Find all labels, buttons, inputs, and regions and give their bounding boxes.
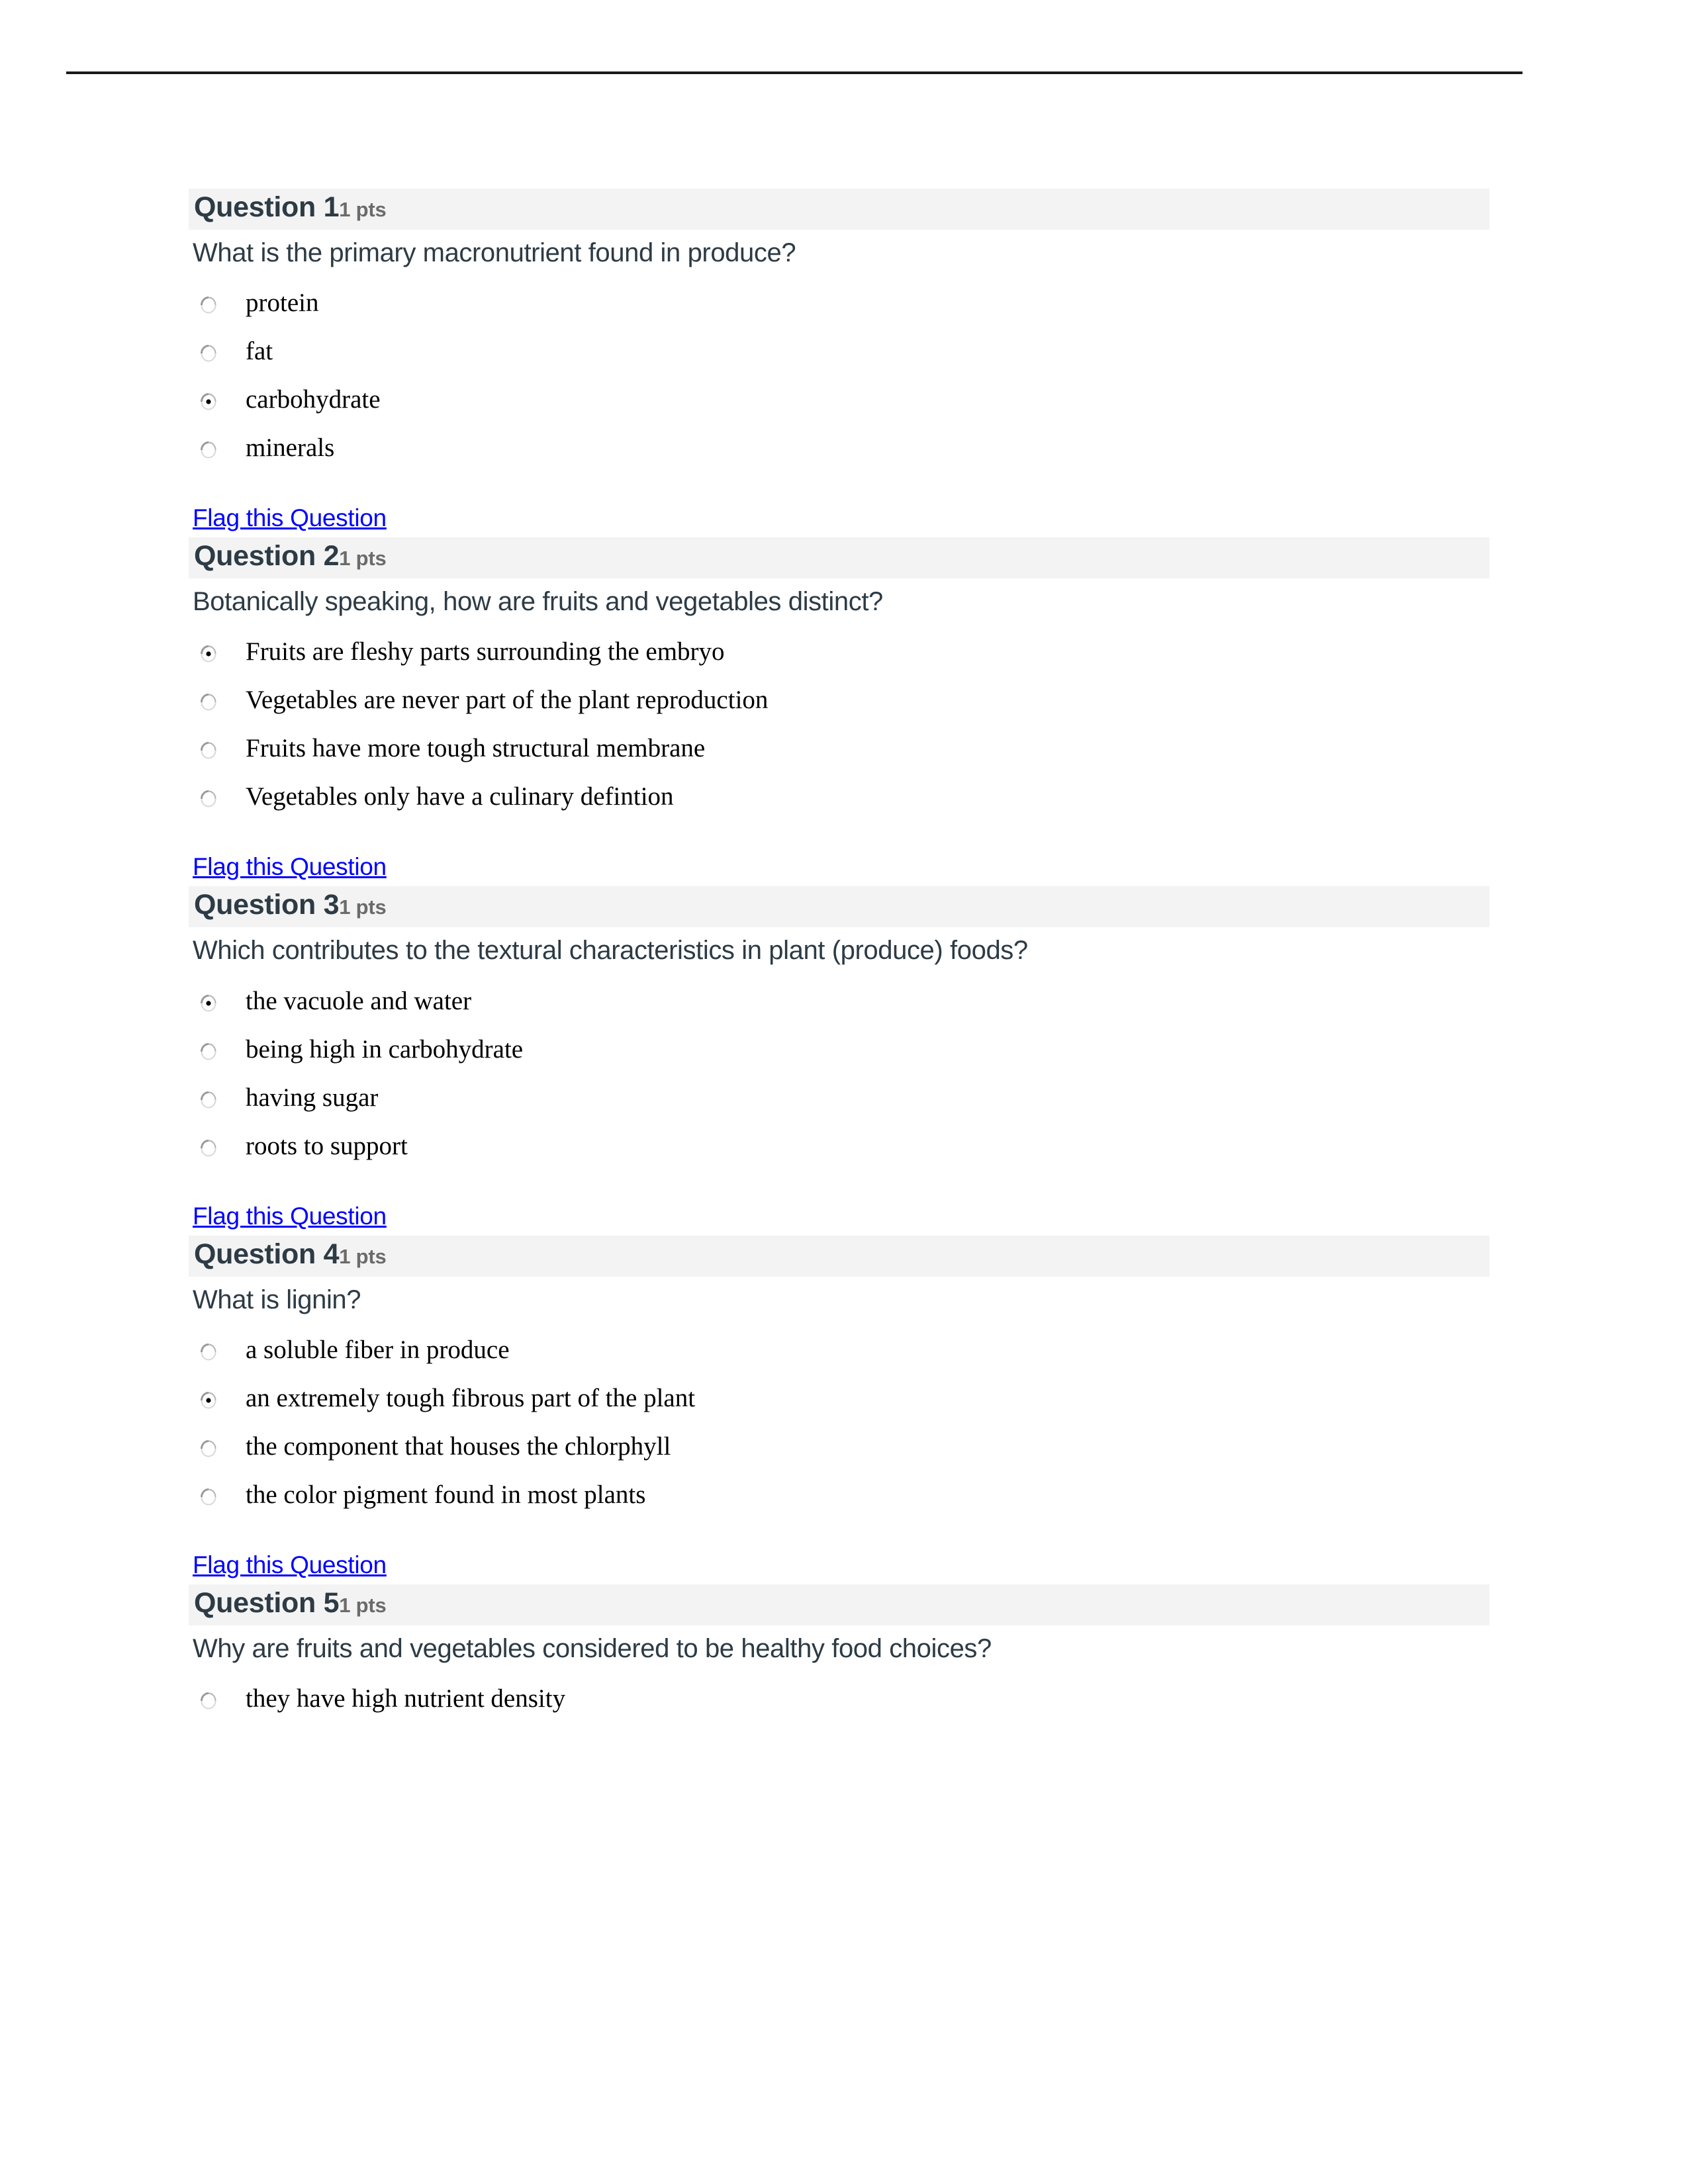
question-points: 1 pts [339, 198, 387, 221]
answer-label: minerals [246, 433, 335, 463]
answer-option[interactable]: minerals [189, 431, 1489, 479]
question-prompt: What is the primary macronutrient found … [193, 238, 796, 267]
answer-label: the vacuole and water [246, 986, 472, 1015]
answer-label: they have high nutrient density [246, 1684, 566, 1713]
answer-label: being high in carbohydrate [246, 1034, 524, 1064]
answer-label: the component that houses the chlorphyll [246, 1432, 671, 1461]
question-points: 1 pts [339, 1244, 387, 1268]
question-prompt: What is lignin? [193, 1285, 361, 1314]
answer-list: protein fat carbohydrate minerals [189, 286, 1489, 479]
question-block: Question 41 pts What is lignin? a soluble … [189, 1235, 1489, 1584]
answer-label: an extremely tough fibrous part of the p… [246, 1383, 696, 1412]
answer-label: the color pigment found in most plants [246, 1480, 646, 1509]
answer-label: protein [246, 289, 319, 318]
answer-label: Fruits have more tough structural membra… [246, 734, 706, 763]
answer-list: Fruits are fleshy parts surrounding the … [189, 635, 1489, 828]
radio-selected-icon[interactable] [201, 994, 216, 1012]
radio-unselected-icon[interactable] [201, 694, 216, 711]
answer-option[interactable]: the color pigment found in most plants [189, 1478, 1489, 1526]
answer-option[interactable]: carbohydrate [189, 383, 1489, 431]
answer-label: Vegetables are never part of the plant r… [246, 686, 769, 715]
question-points: 1 pts [339, 895, 387, 919]
question-title: Question 2 [194, 540, 340, 572]
radio-unselected-icon[interactable] [201, 1139, 216, 1157]
questions-container: Question 11 pts What is the primary macro… [189, 189, 1489, 1730]
answer-label: carbohydrate [246, 385, 381, 414]
radio-unselected-icon[interactable] [201, 1692, 216, 1709]
question-block: Question 31 pts Which contributes to the … [189, 886, 1489, 1235]
flag-question-link[interactable]: Flag this Question [193, 504, 387, 532]
radio-unselected-icon[interactable] [201, 441, 216, 459]
answer-label: Vegetables only have a culinary defintio… [246, 782, 674, 811]
answer-option[interactable]: a soluble fiber in produce [189, 1333, 1489, 1381]
question-block: Question 11 pts What is the primary macro… [189, 189, 1489, 537]
answer-option[interactable]: they have high nutrient density [189, 1682, 1489, 1730]
question-header: Question 41 pts [189, 1235, 1489, 1277]
question-header: Question 11 pts [189, 189, 1489, 230]
answer-label: having sugar [246, 1083, 379, 1112]
answer-option[interactable]: being high in carbohydrate [189, 1032, 1489, 1081]
radio-selected-icon[interactable] [201, 393, 216, 410]
radio-unselected-icon[interactable] [201, 1439, 216, 1457]
answer-option[interactable]: Fruits have more tough structural membra… [189, 731, 1489, 780]
answer-label: roots to support [246, 1131, 408, 1160]
radio-unselected-icon[interactable] [201, 296, 216, 314]
answer-option[interactable]: the vacuole and water [189, 984, 1489, 1032]
question-block: Question 21 pts Botanically speaking, how… [189, 537, 1489, 886]
flag-question-link[interactable]: Flag this Question [193, 1551, 387, 1579]
question-header: Question 51 pts [189, 1584, 1489, 1625]
answer-list: they have high nutrient density [189, 1682, 1489, 1730]
answer-option[interactable]: Fruits are fleshy parts surrounding the … [189, 635, 1489, 683]
radio-unselected-icon[interactable] [201, 1343, 216, 1361]
radio-unselected-icon[interactable] [201, 1488, 216, 1506]
answer-option[interactable]: Vegetables are never part of the plant r… [189, 683, 1489, 731]
radio-unselected-icon[interactable] [201, 742, 216, 759]
question-title: Question 5 [194, 1586, 340, 1619]
radio-unselected-icon[interactable] [201, 790, 216, 807]
question-prompt: Why are fruits and vegetables considered… [193, 1633, 992, 1663]
question-header: Question 31 pts [189, 886, 1489, 928]
answer-option[interactable]: roots to support [189, 1129, 1489, 1177]
answer-label: a soluble fiber in produce [246, 1335, 510, 1364]
answer-option[interactable]: an extremely tough fibrous part of the p… [189, 1381, 1489, 1430]
question-header: Question 21 pts [189, 537, 1489, 579]
answer-list: a soluble fiber in produce an extremely t… [189, 1333, 1489, 1526]
answer-option[interactable]: fat [189, 334, 1489, 383]
radio-selected-icon[interactable] [201, 1391, 216, 1409]
answer-option[interactable]: protein [189, 286, 1489, 334]
radio-unselected-icon[interactable] [201, 345, 216, 362]
answer-option[interactable]: the component that houses the chlorphyll [189, 1430, 1489, 1478]
flag-question-link[interactable]: Flag this Question [193, 853, 387, 881]
page-top-rule [66, 71, 1523, 74]
radio-unselected-icon[interactable] [201, 1091, 216, 1109]
answer-label: Fruits are fleshy parts surrounding the … [246, 637, 725, 666]
quiz-printout-page: Question 11 pts What is the primary macro… [0, 0, 1688, 2184]
radio-unselected-icon[interactable] [201, 1042, 216, 1060]
question-points: 1 pts [339, 547, 387, 570]
radio-selected-icon[interactable] [201, 645, 216, 662]
answer-list: the vacuole and water being high in carbo… [189, 984, 1489, 1177]
question-title: Question 4 [194, 1238, 340, 1270]
flag-question-link[interactable]: Flag this Question [193, 1203, 387, 1230]
question-prompt: Botanically speaking, how are fruits and… [193, 587, 883, 617]
answer-option[interactable]: Vegetables only have a culinary defintio… [189, 780, 1489, 828]
question-title: Question 3 [194, 889, 340, 921]
question-block: Question 51 pts Why are fruits and vegeta… [189, 1584, 1489, 1730]
question-points: 1 pts [339, 1593, 387, 1617]
question-title: Question 1 [194, 191, 340, 223]
answer-option[interactable]: having sugar [189, 1081, 1489, 1129]
answer-label: fat [246, 337, 273, 366]
question-prompt: Which contributes to the textural charac… [193, 936, 1028, 966]
